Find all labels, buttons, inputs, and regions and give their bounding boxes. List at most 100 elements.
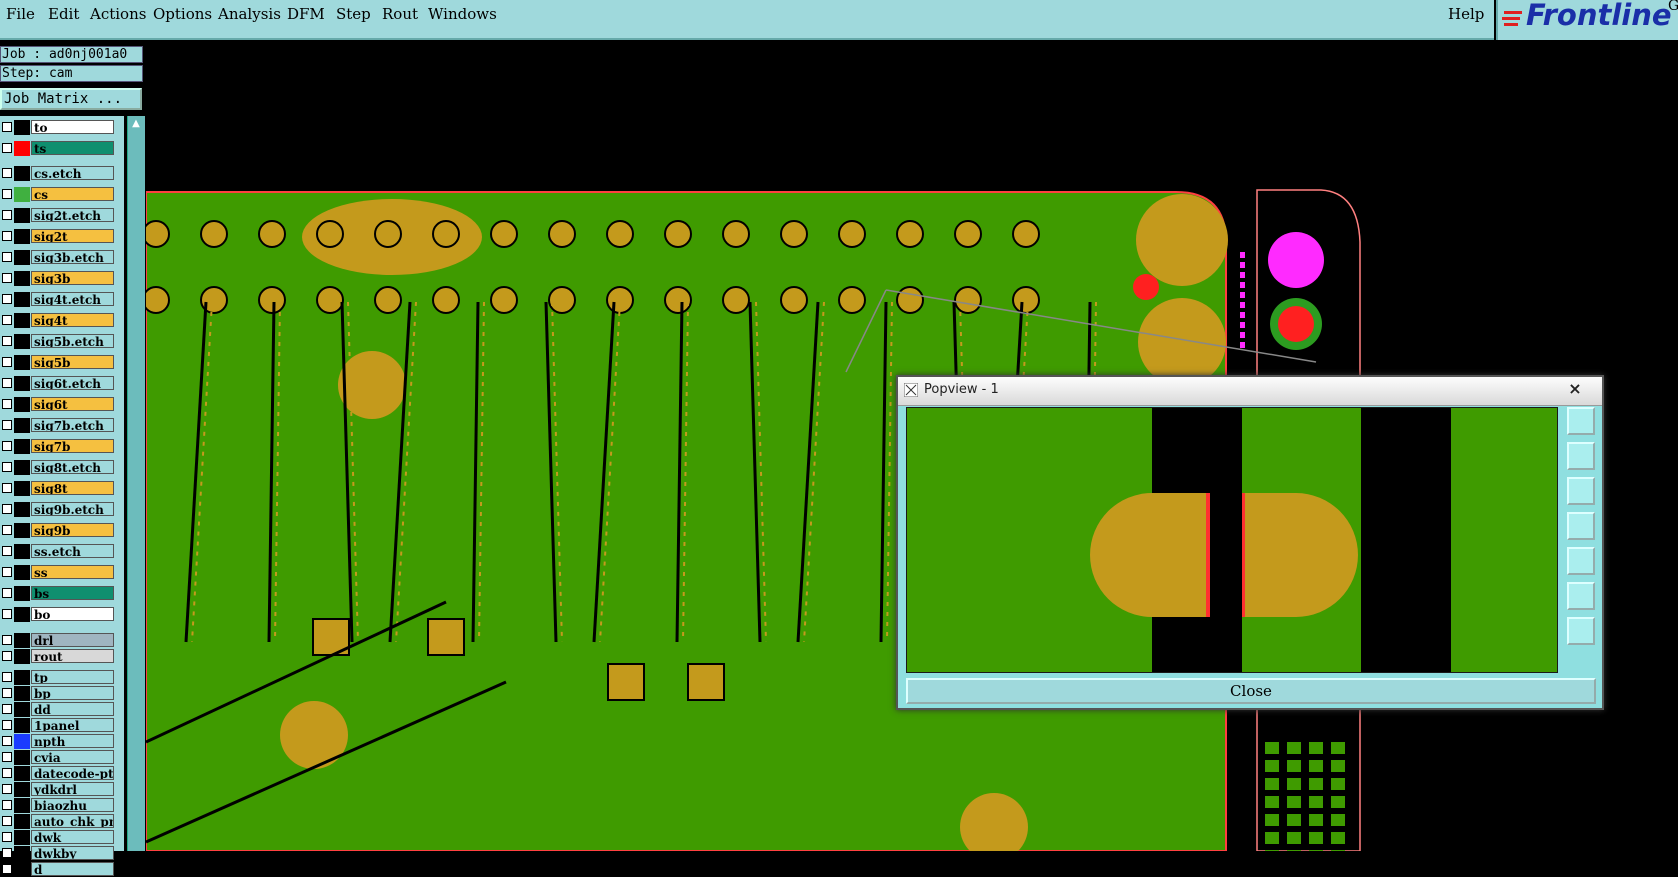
layer-name[interactable]: ydkdrl bbox=[31, 782, 114, 796]
layer-color-swatch[interactable] bbox=[14, 229, 30, 244]
layer-row[interactable]: bp bbox=[0, 686, 120, 701]
layer-color-swatch[interactable] bbox=[14, 846, 30, 861]
layer-name[interactable]: biaozhu bbox=[31, 798, 114, 812]
layer-row[interactable]: dd bbox=[0, 702, 120, 717]
layer-color-swatch[interactable] bbox=[14, 798, 30, 813]
layer-checkbox[interactable] bbox=[2, 210, 12, 220]
layer-row[interactable]: sig4t.etch bbox=[0, 292, 120, 307]
layer-checkbox[interactable] bbox=[2, 800, 12, 810]
layer-row[interactable]: 1panel bbox=[0, 718, 120, 733]
layer-row[interactable]: ss.etch bbox=[0, 544, 120, 559]
layer-checkbox[interactable] bbox=[2, 122, 12, 132]
layer-color-swatch[interactable] bbox=[14, 271, 30, 286]
layer-color-swatch[interactable] bbox=[14, 734, 30, 749]
layer-color-swatch[interactable] bbox=[14, 292, 30, 307]
layer-checkbox[interactable] bbox=[2, 252, 12, 262]
layer-color-swatch[interactable] bbox=[14, 607, 30, 622]
layer-name[interactable]: sig9b bbox=[31, 523, 114, 537]
menu-file[interactable]: File bbox=[6, 5, 35, 23]
layer-color-swatch[interactable] bbox=[14, 633, 30, 648]
layer-checkbox[interactable] bbox=[2, 720, 12, 730]
layer-color-swatch[interactable] bbox=[14, 686, 30, 701]
layer-row[interactable]: biaozhu bbox=[0, 798, 120, 813]
layer-checkbox[interactable] bbox=[2, 752, 12, 762]
layer-color-swatch[interactable] bbox=[14, 120, 30, 135]
layer-color-swatch[interactable] bbox=[14, 250, 30, 265]
layer-name[interactable]: sig9b.etch bbox=[31, 502, 114, 516]
layer-name[interactable]: to bbox=[31, 120, 114, 134]
layer-checkbox[interactable] bbox=[2, 672, 12, 682]
menu-options[interactable]: Options bbox=[153, 5, 212, 23]
layer-row[interactable]: sig2t bbox=[0, 229, 120, 244]
layer-row[interactable]: ss bbox=[0, 565, 120, 580]
layer-name[interactable]: cs bbox=[31, 187, 114, 201]
layer-row[interactable]: d bbox=[0, 862, 120, 877]
zoom-home-icon[interactable] bbox=[1567, 407, 1595, 435]
layer-color-swatch[interactable] bbox=[14, 862, 30, 877]
layer-name[interactable]: sig4t.etch bbox=[31, 292, 114, 306]
layer-name[interactable]: sig7b.etch bbox=[31, 418, 114, 432]
menu-step[interactable]: Step bbox=[336, 5, 371, 23]
layer-checkbox[interactable] bbox=[2, 441, 12, 451]
layer-row[interactable]: rout bbox=[0, 649, 120, 664]
layer-checkbox[interactable] bbox=[2, 462, 12, 472]
layer-color-swatch[interactable] bbox=[14, 830, 30, 845]
layer-checkbox[interactable] bbox=[2, 336, 12, 346]
layer-row[interactable]: bs bbox=[0, 586, 120, 601]
layer-row[interactable]: sig6t.etch bbox=[0, 376, 120, 391]
layer-color-swatch[interactable] bbox=[14, 670, 30, 685]
layer-name[interactable]: npth bbox=[31, 734, 114, 748]
layer-row[interactable]: npth bbox=[0, 734, 120, 749]
layer-row[interactable]: sig4t bbox=[0, 313, 120, 328]
layer-row[interactable]: sig6t bbox=[0, 397, 120, 412]
layer-color-swatch[interactable] bbox=[14, 481, 30, 496]
pan-right-icon[interactable] bbox=[1567, 547, 1595, 575]
layer-row[interactable]: sig8t.etch bbox=[0, 460, 120, 475]
layer-row[interactable]: sig5b.etch bbox=[0, 334, 120, 349]
layer-row[interactable]: sig7b.etch bbox=[0, 418, 120, 433]
menu-edit[interactable]: Edit bbox=[48, 5, 79, 23]
layer-row[interactable]: drl bbox=[0, 633, 120, 648]
layer-row[interactable]: auto_chk_pnl bbox=[0, 814, 120, 829]
layer-color-swatch[interactable] bbox=[14, 397, 30, 412]
layer-name[interactable]: sig8t bbox=[31, 481, 114, 495]
layer-checkbox[interactable] bbox=[2, 315, 12, 325]
menu-analysis[interactable]: Analysis bbox=[218, 5, 281, 23]
layer-checkbox[interactable] bbox=[2, 525, 12, 535]
layer-row[interactable]: sig7b bbox=[0, 439, 120, 454]
layer-checkbox[interactable] bbox=[2, 399, 12, 409]
layer-name[interactable]: tp bbox=[31, 670, 114, 684]
layer-row[interactable]: sig2t.etch bbox=[0, 208, 120, 223]
layer-color-swatch[interactable] bbox=[14, 439, 30, 454]
layer-name[interactable]: dwk bbox=[31, 830, 114, 844]
job-matrix-button[interactable]: Job Matrix ... bbox=[0, 88, 142, 110]
layer-name[interactable]: drl bbox=[31, 633, 114, 647]
layer-name[interactable]: sig8t.etch bbox=[31, 460, 114, 474]
layer-color-swatch[interactable] bbox=[14, 313, 30, 328]
layer-color-swatch[interactable] bbox=[14, 649, 30, 664]
layer-name[interactable]: ss.etch bbox=[31, 544, 114, 558]
layer-name[interactable]: d bbox=[31, 862, 114, 876]
layer-checkbox[interactable] bbox=[2, 504, 12, 514]
layer-row[interactable]: bo bbox=[0, 607, 120, 622]
layer-name[interactable]: cvia bbox=[31, 750, 114, 764]
scroll-up-arrow-icon[interactable]: ▲ bbox=[130, 118, 142, 130]
layer-color-swatch[interactable] bbox=[14, 782, 30, 797]
menu-actions[interactable]: Actions bbox=[90, 5, 146, 23]
layer-name[interactable]: bs bbox=[31, 586, 114, 600]
layer-name[interactable]: cs.etch bbox=[31, 166, 114, 180]
layer-checkbox[interactable] bbox=[2, 864, 12, 874]
layer-row[interactable]: sig5b bbox=[0, 355, 120, 370]
layer-color-swatch[interactable] bbox=[14, 523, 30, 538]
zoom-out-icon[interactable] bbox=[1567, 617, 1595, 645]
layer-row[interactable]: sig3b.etch bbox=[0, 250, 120, 265]
layer-checkbox[interactable] bbox=[2, 546, 12, 556]
layer-checkbox[interactable] bbox=[2, 143, 12, 153]
layer-checkbox[interactable] bbox=[2, 651, 12, 661]
layer-color-swatch[interactable] bbox=[14, 355, 30, 370]
layer-checkbox[interactable] bbox=[2, 832, 12, 842]
layer-color-swatch[interactable] bbox=[14, 376, 30, 391]
layer-checkbox[interactable] bbox=[2, 816, 12, 826]
popview-zoom-view[interactable] bbox=[906, 407, 1558, 673]
layer-list-scrollbar[interactable]: ▲ bbox=[127, 116, 145, 851]
